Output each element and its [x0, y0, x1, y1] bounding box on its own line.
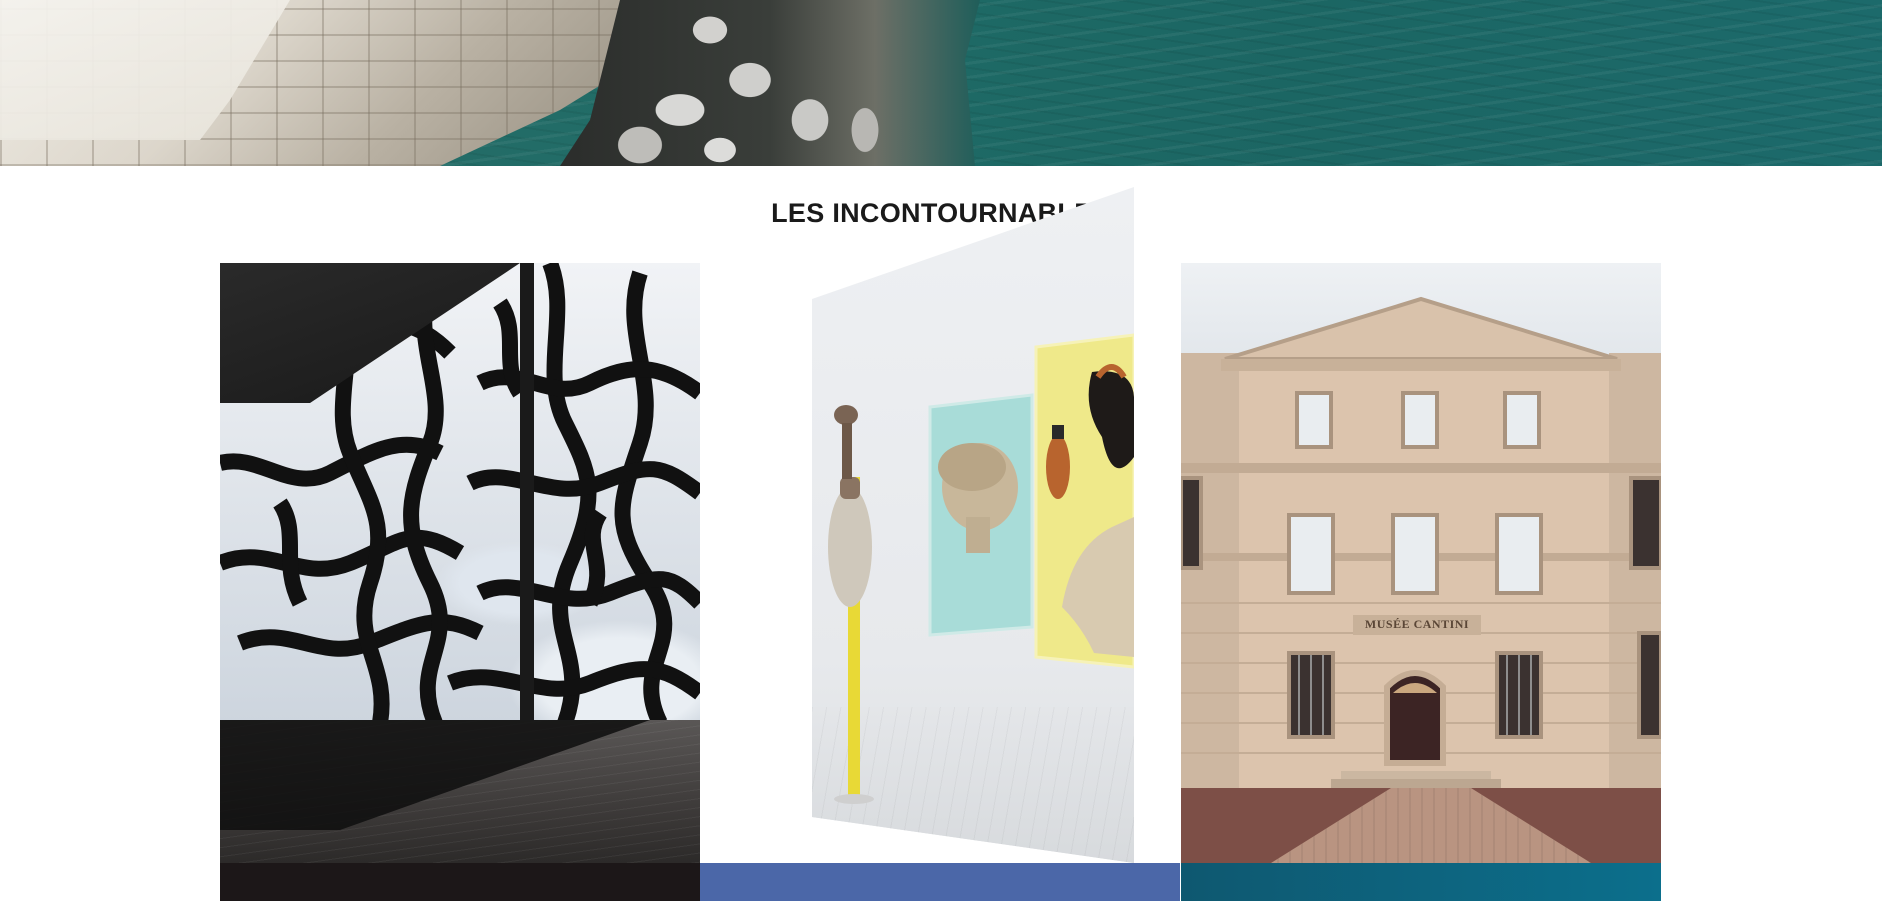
card-cantini[interactable]: MUSÉE CANTINI — [1181, 263, 1661, 863]
card-mucem[interactable] — [220, 263, 700, 863]
cantini-sign-text: MUSÉE CANTINI — [1364, 617, 1470, 631]
section-title: LES INCONTOURNABLES — [771, 198, 1111, 228]
shore-rocks — [560, 0, 980, 166]
card-cantini-band[interactable] — [1181, 863, 1661, 901]
cantini-facade-image — [1181, 296, 1661, 793]
hero-banner-image — [0, 0, 1882, 166]
card-mucem-band[interactable] — [220, 863, 700, 901]
card-gallery-band[interactable] — [700, 863, 1180, 901]
card-gallery[interactable] — [812, 187, 1134, 863]
gallery-exhibition-image — [828, 333, 1134, 804]
